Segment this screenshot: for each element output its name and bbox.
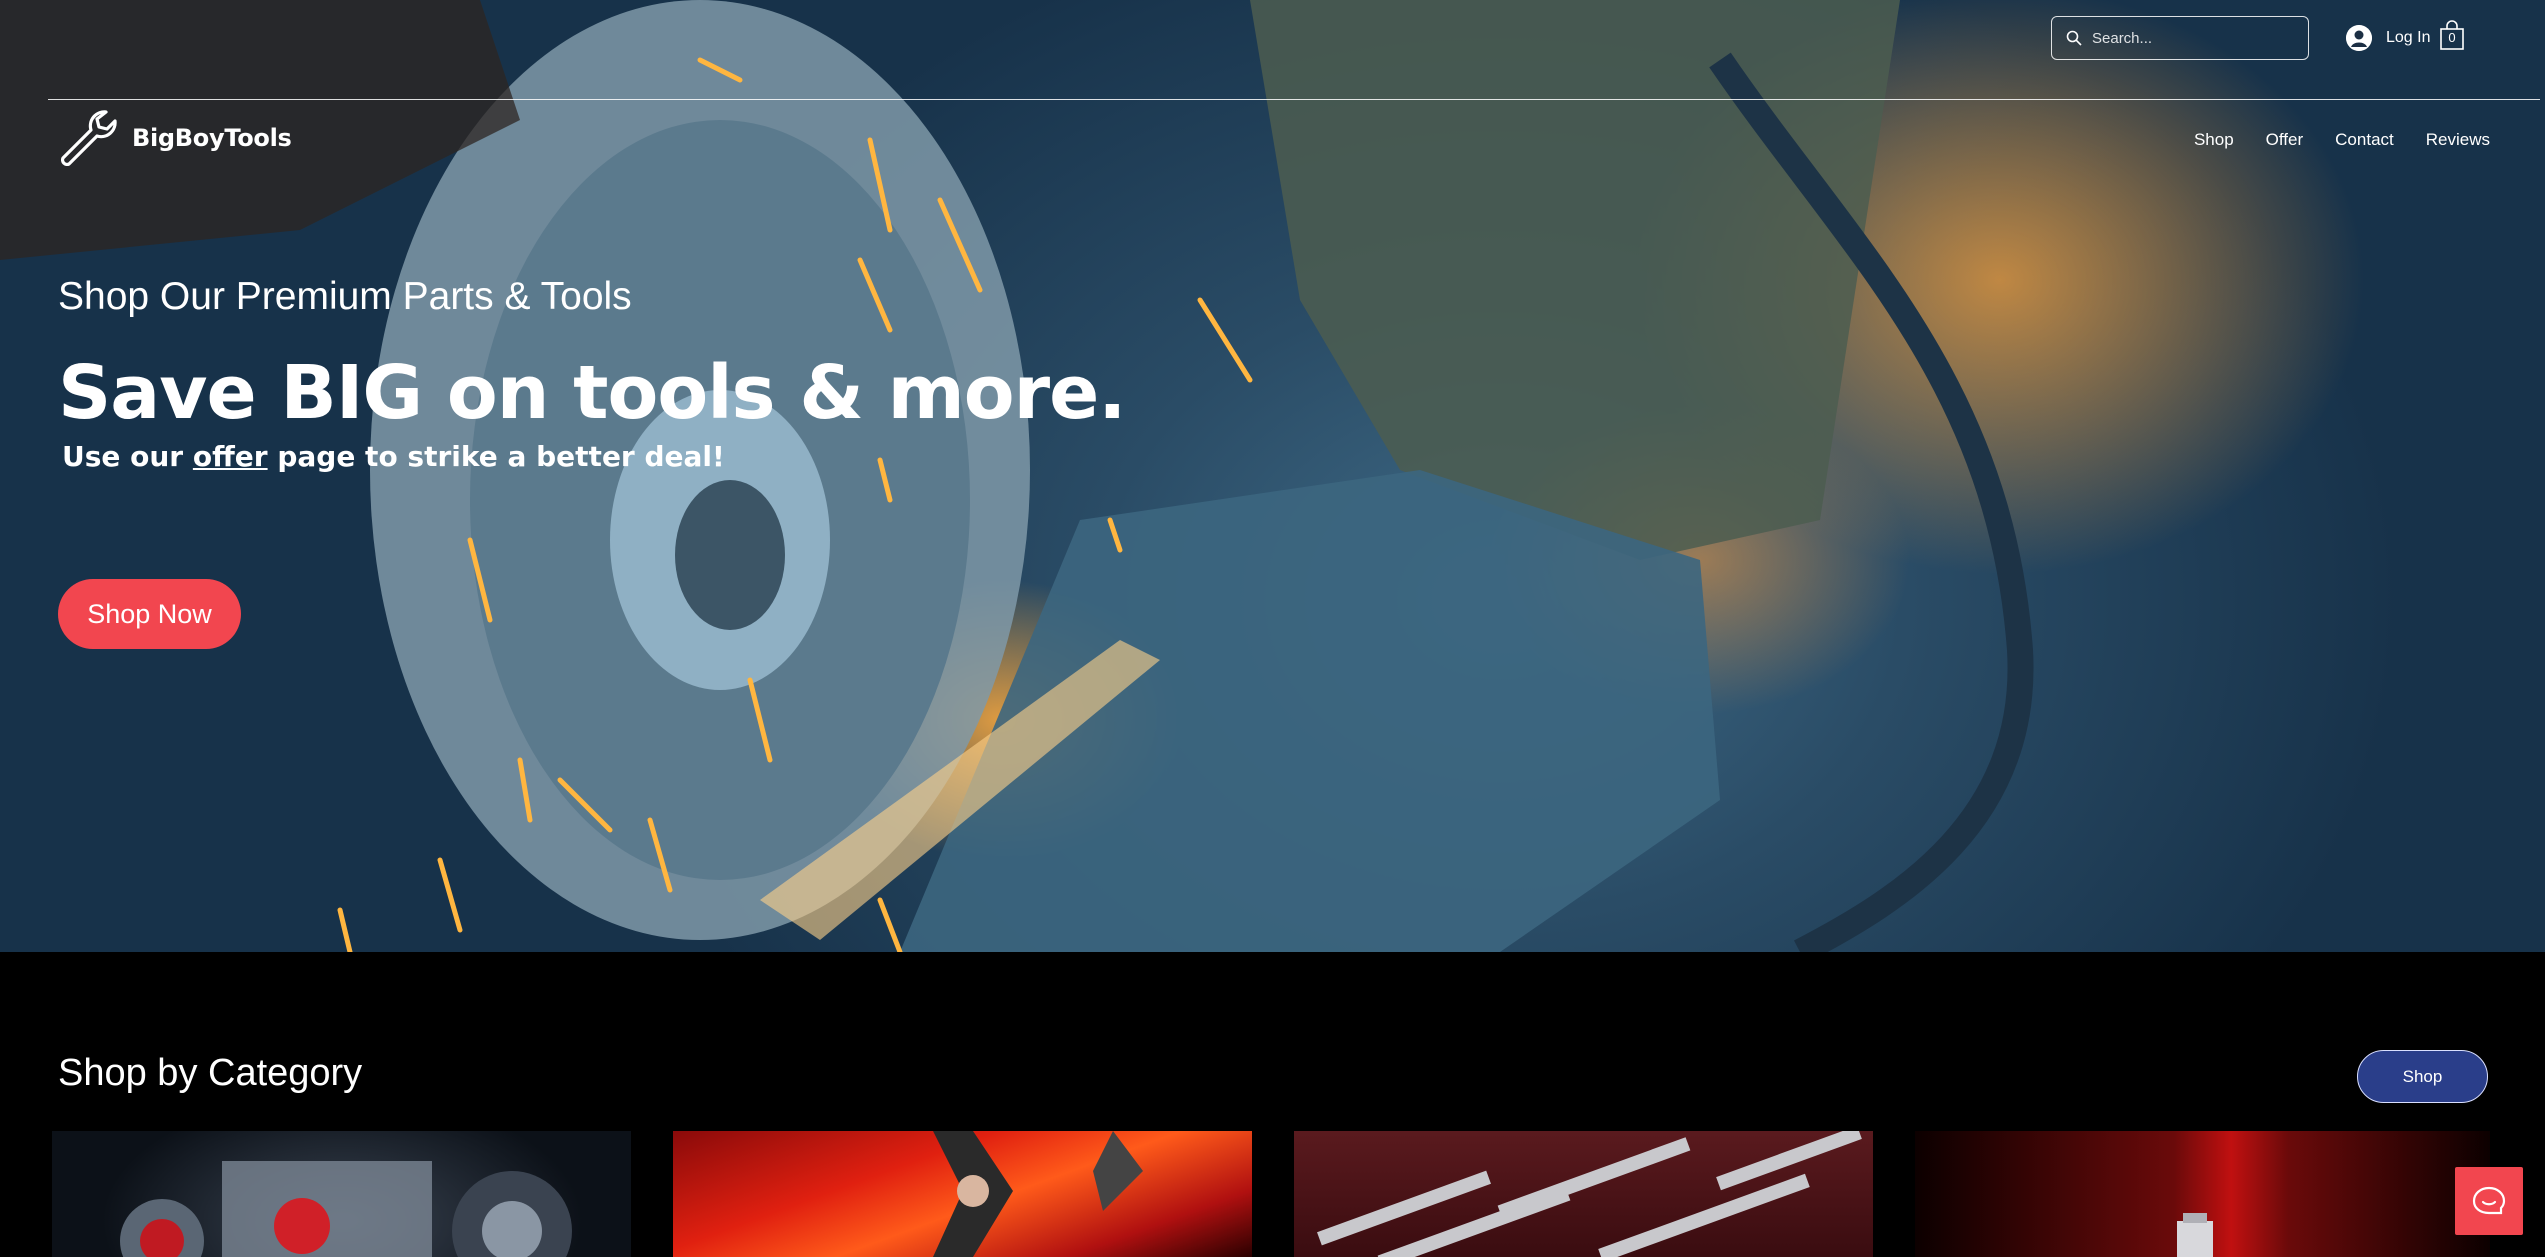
category-tile-wrench-sets[interactable] (1294, 1131, 1873, 1257)
login-label: Log In (2386, 29, 2431, 46)
category-shop-button[interactable]: Shop (2357, 1050, 2488, 1103)
category-tile-sockets[interactable] (1915, 1131, 2490, 1257)
search-input[interactable] (2092, 29, 2292, 47)
search-icon (2066, 30, 2082, 46)
hero-subline: Use our offer page to strike a better de… (62, 440, 725, 473)
header-divider (48, 99, 2540, 100)
hero-headline: Save BIG on tools & more. (58, 350, 1126, 436)
shop-now-button[interactable]: Shop Now (58, 579, 241, 649)
chat-button[interactable] (2455, 1167, 2523, 1235)
nav-reviews[interactable]: Reviews (2426, 130, 2490, 150)
main-nav: Shop Offer Contact Reviews (2194, 130, 2490, 150)
user-icon (2346, 25, 2372, 51)
offer-link[interactable]: offer (193, 440, 268, 473)
hero-eyebrow: Shop Our Premium Parts & Tools (58, 275, 632, 318)
hero-banner: Log In 0 BigBoyTools Shop Offer Contact … (0, 0, 2545, 952)
hero-subline-end: page to strike a better deal! (267, 440, 725, 473)
chat-icon (2472, 1186, 2506, 1215)
login-button[interactable]: Log In (2346, 22, 2430, 54)
engine-image (120, 1161, 572, 1257)
hero-subline-start: Use our (62, 440, 193, 473)
nav-offer[interactable]: Offer (2266, 130, 2303, 150)
search-box[interactable] (2051, 16, 2309, 60)
cart-count: 0 (2448, 30, 2456, 45)
cart-button[interactable]: 0 (2440, 20, 2464, 50)
category-tile-pliers[interactable] (673, 1131, 1252, 1257)
socket-image (2177, 1213, 2213, 1257)
nav-shop[interactable]: Shop (2194, 130, 2234, 150)
brand-logo[interactable]: BigBoyTools (58, 108, 292, 168)
hero-background-image (0, 0, 2034, 952)
wrench-icon (60, 110, 117, 167)
nav-contact[interactable]: Contact (2335, 130, 2394, 150)
wrench-set-image (1317, 1131, 1862, 1257)
category-section-title: Shop by Category (58, 1052, 363, 1094)
pliers-image (933, 1131, 1143, 1257)
brand-name: BigBoyTools (132, 124, 292, 152)
category-tile-engine-parts[interactable] (52, 1131, 631, 1257)
